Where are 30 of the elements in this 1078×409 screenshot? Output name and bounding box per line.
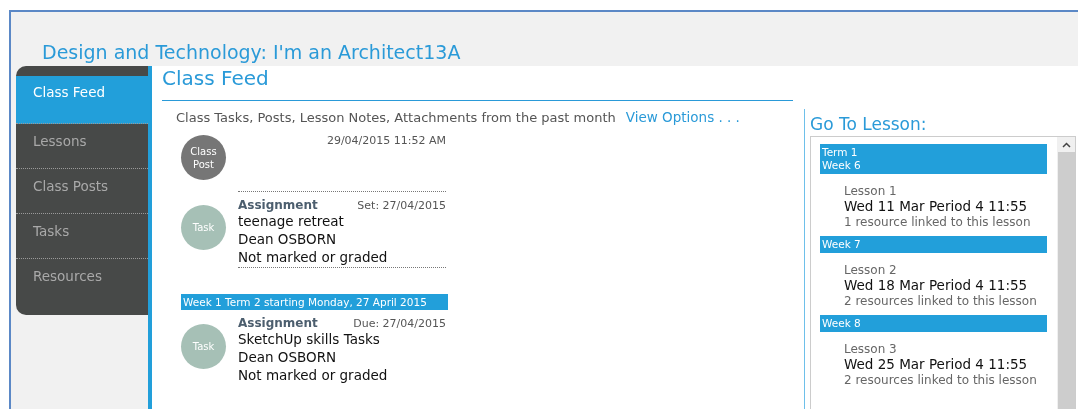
task-type: Assignment xyxy=(238,316,318,330)
task-detail: Dean OSBORN xyxy=(238,348,338,366)
lesson-item[interactable]: Lesson 3 Wed 25 Mar Period 4 11:55 2 resources linked to this lesson xyxy=(820,332,1047,394)
page-title: Design and Technology: I'm an Architect13A xyxy=(41,40,462,65)
scroll-up-icon[interactable] xyxy=(1061,142,1071,148)
task-detail: Not marked or graded xyxy=(238,366,389,384)
section-heading: Go To Lesson: xyxy=(810,113,928,136)
section-heading: Class Feed xyxy=(162,66,793,101)
sidebar-item[interactable]: Class Feed xyxy=(16,76,148,124)
task-detail: SketchUp skills Tasks xyxy=(238,330,381,348)
feed-summary: Class Tasks, Posts, Lesson Notes, Attachments from the past month xyxy=(176,110,616,125)
week-header: Week 8 xyxy=(820,315,1047,332)
task-badge: Task xyxy=(181,324,226,369)
post-badge: Class Post xyxy=(181,135,226,180)
task-detail: Not marked or graded xyxy=(238,248,389,266)
view-options-link[interactable]: View Options . . . xyxy=(625,109,740,125)
week-header: Term 1 Week 6 xyxy=(820,144,1047,174)
sidebar-item[interactable]: Resources xyxy=(16,259,148,304)
lesson-item[interactable]: Lesson 1 Wed 11 Mar Period 4 11:55 1 resource linked to this lesson xyxy=(820,174,1047,236)
week-header: Week 1 Term 2 starting Monday, 27 April 2015 xyxy=(181,294,448,310)
task-badge: Task xyxy=(181,205,226,250)
task-type: Assignment xyxy=(238,198,318,212)
task-date: Set: 27/04/2015 xyxy=(357,199,446,212)
scrollbar[interactable] xyxy=(1057,137,1075,409)
week-header: Week 7 xyxy=(820,236,1047,253)
task-detail: teenage retreat xyxy=(238,212,345,230)
task-date: Due: 27/04/2015 xyxy=(353,317,446,330)
task-detail: Dean OSBORN xyxy=(238,230,338,248)
lesson-item[interactable]: Lesson 2 Wed 18 Mar Period 4 11:55 2 resources linked to this lesson xyxy=(820,253,1047,315)
post-date: 29/04/2015 11:52 AM xyxy=(326,134,446,147)
